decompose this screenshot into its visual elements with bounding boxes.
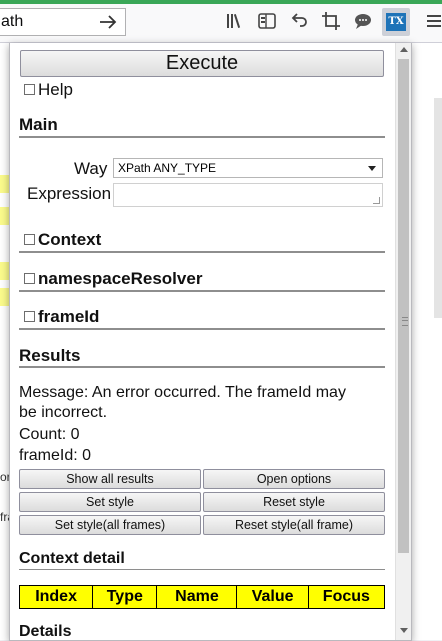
set-style-button[interactable]: Set style bbox=[19, 492, 201, 512]
popup-content: Execute Help Main Way XPath ANY_TYPE Exp… bbox=[10, 43, 395, 640]
way-select[interactable]: XPath ANY_TYPE bbox=[113, 158, 383, 178]
column-header-value: Value bbox=[236, 585, 309, 609]
context-checkbox[interactable] bbox=[24, 234, 35, 245]
namespace-resolver-checkbox[interactable] bbox=[24, 273, 35, 284]
results-message-cont: be incorrect. bbox=[19, 404, 108, 421]
table-header-row: Index Type Name Value Focus bbox=[18, 585, 386, 609]
browser-toolbar: ath TX bbox=[0, 0, 442, 43]
hamburger-menu-icon[interactable] bbox=[424, 10, 442, 32]
results-message: Message: An error occurred. The frameId … bbox=[19, 384, 346, 401]
help-checkbox[interactable] bbox=[24, 84, 35, 95]
toolbar-accent-line bbox=[0, 0, 442, 4]
way-label: Way bbox=[74, 159, 108, 178]
results-frameid: frameId: 0 bbox=[19, 447, 92, 464]
tx-extension-icon: TX bbox=[386, 13, 406, 31]
namespace-resolver-section-title: namespaceResolver bbox=[38, 269, 203, 288]
bg-scrollbar bbox=[434, 98, 442, 318]
frameid-section-title: frameId bbox=[38, 307, 100, 326]
reset-style-all-frames-button[interactable]: Reset style(all frame) bbox=[203, 515, 385, 535]
arrow-right-icon[interactable] bbox=[97, 11, 119, 33]
way-selected-value: XPath ANY_TYPE bbox=[118, 161, 217, 175]
speech-bubble-icon[interactable] bbox=[352, 10, 374, 32]
section-divider bbox=[19, 290, 385, 292]
crop-icon[interactable] bbox=[320, 10, 342, 32]
context-detail-title: Context detail bbox=[19, 550, 125, 567]
open-options-button[interactable]: Open options bbox=[203, 469, 385, 489]
execute-button[interactable]: Execute bbox=[20, 50, 384, 77]
set-style-all-frames-button[interactable]: Set style(all frames) bbox=[19, 515, 201, 535]
expression-textarea[interactable] bbox=[113, 183, 383, 207]
url-bar[interactable]: ath bbox=[0, 8, 126, 36]
reset-style-button[interactable]: Reset style bbox=[203, 492, 385, 512]
column-header-name: Name bbox=[156, 585, 238, 609]
expression-label: Expression bbox=[27, 184, 112, 203]
url-text: ath bbox=[1, 13, 24, 30]
scrollbar-grip-icon bbox=[402, 317, 408, 326]
results-count: Count: 0 bbox=[19, 426, 80, 443]
undo-icon[interactable] bbox=[288, 10, 310, 32]
help-label: Help bbox=[38, 80, 73, 99]
tx-extension-button[interactable]: TX bbox=[382, 8, 410, 36]
section-divider bbox=[19, 136, 385, 138]
popup-scrollbar[interactable] bbox=[395, 43, 411, 640]
section-divider bbox=[19, 328, 385, 330]
results-section-title: Results bbox=[19, 346, 81, 365]
scroll-down-arrow-icon[interactable] bbox=[400, 628, 408, 633]
scroll-up-arrow-icon[interactable] bbox=[400, 47, 408, 52]
extension-popup: Execute Help Main Way XPath ANY_TYPE Exp… bbox=[9, 43, 412, 641]
main-section-title: Main bbox=[19, 115, 58, 134]
chevron-down-icon bbox=[368, 166, 376, 171]
section-divider bbox=[19, 251, 385, 253]
column-header-focus: Focus bbox=[307, 585, 386, 609]
scrollbar-thumb[interactable] bbox=[398, 59, 409, 553]
column-header-index: Index bbox=[18, 585, 94, 609]
section-divider bbox=[19, 366, 385, 368]
resize-grip-icon[interactable] bbox=[373, 197, 380, 204]
section-divider bbox=[19, 569, 385, 570]
column-header-type: Type bbox=[92, 585, 158, 609]
context-section-title: Context bbox=[38, 230, 102, 249]
sidebar-icon[interactable] bbox=[256, 10, 278, 32]
show-all-results-button[interactable]: Show all results bbox=[19, 469, 201, 489]
frameid-checkbox[interactable] bbox=[24, 311, 35, 322]
library-icon[interactable] bbox=[224, 10, 246, 32]
details-section-title: Details bbox=[19, 623, 72, 640]
context-detail-table: Index Type Name Value Focus bbox=[18, 585, 386, 609]
